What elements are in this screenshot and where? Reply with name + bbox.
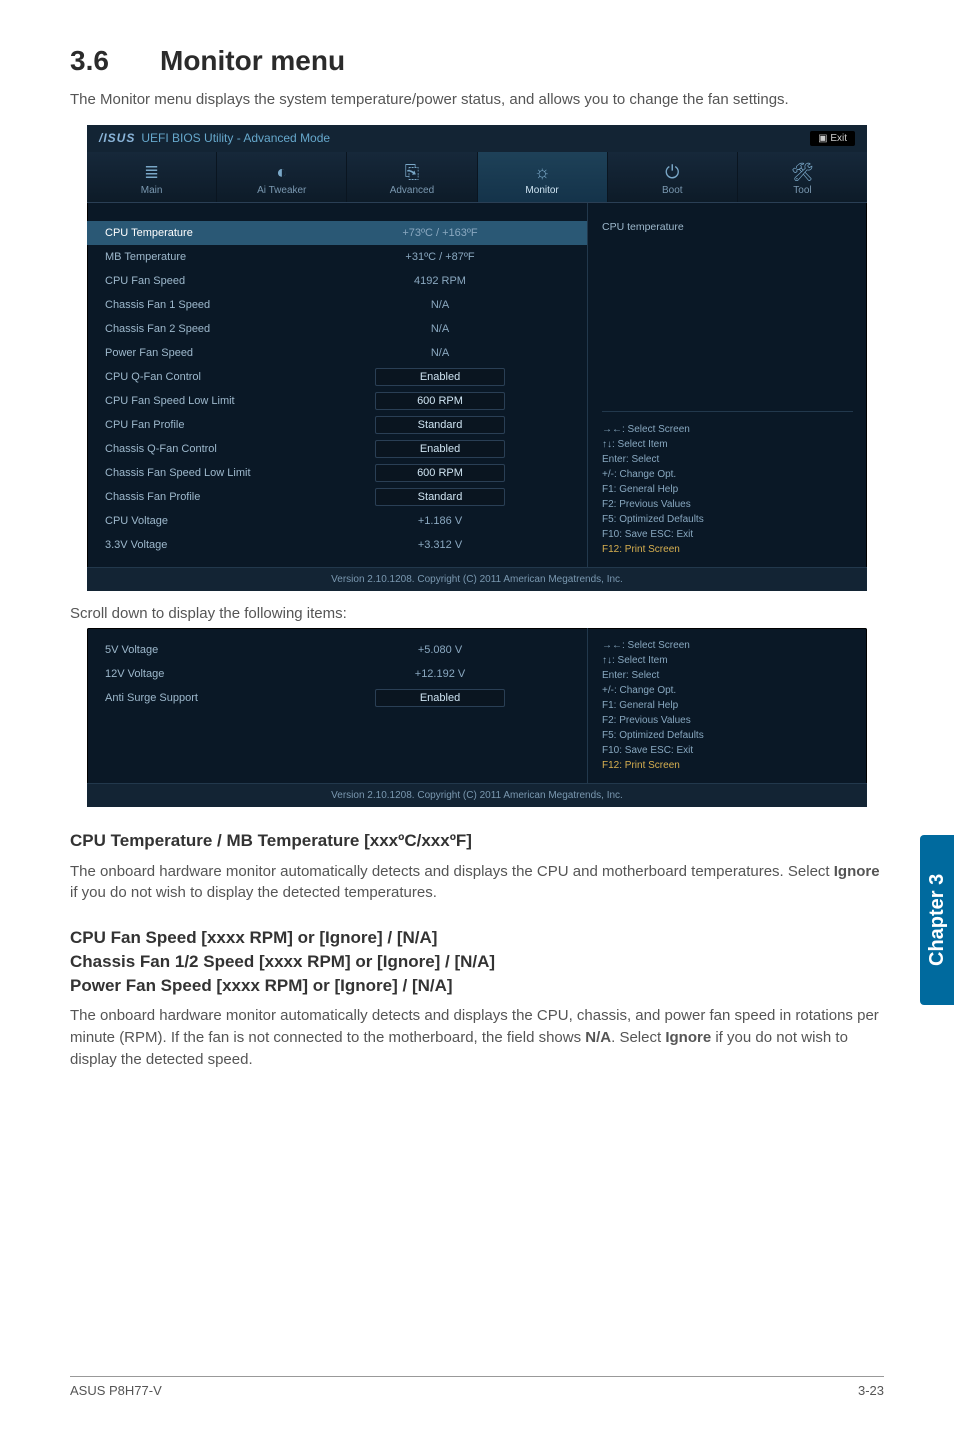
help-line: ↑↓: Select Item xyxy=(602,437,853,452)
row-cpu-fan-speed[interactable]: CPU Fan Speed4192 RPM xyxy=(87,269,587,293)
tab-boot[interactable]: ⏻Boot xyxy=(608,152,738,202)
help-line: Enter: Select xyxy=(602,452,853,467)
tab-main[interactable]: ≣Main xyxy=(87,152,217,202)
help-line: F1: General Help xyxy=(602,698,853,713)
bios-screenshot-main: /ISUS UEFI BIOS Utility - Advanced Mode … xyxy=(87,125,867,591)
row-mb-temperature[interactable]: MB Temperature+31ºC / +87ºF xyxy=(87,245,587,269)
bios-help-title: CPU temperature xyxy=(602,221,853,233)
scroll-note: Scroll down to display the following ite… xyxy=(70,605,884,622)
subsection-body: The onboard hardware monitor automatical… xyxy=(70,1005,884,1070)
row-chassis-fan-low-limit[interactable]: Chassis Fan Speed Low Limit600 RPM xyxy=(87,461,587,485)
help-line: F2: Previous Values xyxy=(602,713,853,728)
row-chassis-qfan-control[interactable]: Chassis Q-Fan ControlEnabled xyxy=(87,437,587,461)
help-line: F1: General Help xyxy=(602,482,853,497)
bios-footer: Version 2.10.1208. Copyright (C) 2011 Am… xyxy=(87,567,867,591)
help-line: F12: Print Screen xyxy=(602,542,853,557)
bios-settings-list: 5V Voltage+5.080 V 12V Voltage+12.192 V … xyxy=(87,628,587,783)
help-line: F2: Previous Values xyxy=(602,497,853,512)
bios-body: 5V Voltage+5.080 V 12V Voltage+12.192 V … xyxy=(87,628,867,783)
bios-help-pane: →←: Select Screen ↑↓: Select Item Enter:… xyxy=(587,628,867,783)
help-line: F5: Optimized Defaults xyxy=(602,512,853,527)
help-line: +/-: Change Opt. xyxy=(602,683,853,698)
footer-model: ASUS P8H77-V xyxy=(70,1383,162,1398)
bios-screenshot-scroll: 5V Voltage+5.080 V 12V Voltage+12.192 V … xyxy=(87,628,867,807)
help-line: →←: Select Screen xyxy=(602,422,853,437)
footer-page-number: 3-23 xyxy=(858,1383,884,1398)
section-title: Monitor menu xyxy=(160,45,345,76)
bios-utility-name: UEFI BIOS Utility - Advanced Mode xyxy=(141,131,330,145)
exit-icon: ▣ xyxy=(818,133,830,144)
list-icon: ≣ xyxy=(87,162,216,184)
subsection-heading: CPU Temperature / MB Temperature [xxxºC/… xyxy=(70,829,884,853)
row-cpu-fan-low-limit[interactable]: CPU Fan Speed Low Limit600 RPM xyxy=(87,389,587,413)
row-cpu-temperature[interactable]: CPU Temperature+73ºC / +163ºF xyxy=(87,221,587,245)
bios-help-pane: CPU temperature →←: Select Screen ↑↓: Se… xyxy=(587,203,867,567)
page-footer: ASUS P8H77-V 3-23 xyxy=(70,1376,884,1398)
bios-settings-list: CPU Temperature+73ºC / +163ºF MB Tempera… xyxy=(87,203,587,567)
row-cpu-voltage[interactable]: CPU Voltage+1.186 V xyxy=(87,509,587,533)
tweak-icon: ◐ xyxy=(217,162,346,184)
help-line: +/-: Change Opt. xyxy=(602,467,853,482)
chapter-tab: Chapter 3 xyxy=(920,835,954,1005)
tab-monitor[interactable]: ☼Monitor xyxy=(478,152,608,202)
help-line: →←: Select Screen xyxy=(602,638,853,653)
section-heading: 3.6Monitor menu xyxy=(70,45,884,77)
power-icon: ⏻ xyxy=(608,162,737,184)
bios-brand: /ISUS xyxy=(99,131,135,145)
bios-body: CPU Temperature+73ºC / +163ºF MB Tempera… xyxy=(87,203,867,567)
tab-tool[interactable]: 🛠Tool xyxy=(738,152,867,202)
row-anti-surge[interactable]: Anti Surge SupportEnabled xyxy=(87,686,587,710)
row-cpu-qfan-control[interactable]: CPU Q-Fan ControlEnabled xyxy=(87,365,587,389)
bios-tabs: ≣Main ◐Ai Tweaker ⎘Advanced ☼Monitor ⏻Bo… xyxy=(87,152,867,203)
bios-footer: Version 2.10.1208. Copyright (C) 2011 Am… xyxy=(87,783,867,807)
bios-keymap: →←: Select Screen ↑↓: Select Item Enter:… xyxy=(602,411,853,557)
row-chassis-fan-profile[interactable]: Chassis Fan ProfileStandard xyxy=(87,485,587,509)
row-5v-voltage[interactable]: 5V Voltage+5.080 V xyxy=(87,638,587,662)
row-chassis-fan2-speed[interactable]: Chassis Fan 2 SpeedN/A xyxy=(87,317,587,341)
row-3v3-voltage[interactable]: 3.3V Voltage+3.312 V xyxy=(87,533,587,557)
help-line: F5: Optimized Defaults xyxy=(602,728,853,743)
help-line: F12: Print Screen xyxy=(602,758,853,773)
help-line: ↑↓: Select Item xyxy=(602,653,853,668)
intro-paragraph: The Monitor menu displays the system tem… xyxy=(70,89,884,111)
subsection-body: The onboard hardware monitor automatical… xyxy=(70,861,884,905)
section-number: 3.6 xyxy=(70,45,160,77)
chip-icon: ⎘ xyxy=(347,162,476,184)
tab-advanced[interactable]: ⎘Advanced xyxy=(347,152,477,202)
monitor-icon: ☼ xyxy=(478,162,607,184)
subsection-heading: CPU Fan Speed [xxxx RPM] or [Ignore] / [… xyxy=(70,926,884,997)
tool-icon: 🛠 xyxy=(738,162,867,184)
row-chassis-fan1-speed[interactable]: Chassis Fan 1 SpeedN/A xyxy=(87,293,587,317)
help-line: F10: Save ESC: Exit xyxy=(602,743,853,758)
row-power-fan-speed[interactable]: Power Fan SpeedN/A xyxy=(87,341,587,365)
row-12v-voltage[interactable]: 12V Voltage+12.192 V xyxy=(87,662,587,686)
help-line: F10: Save ESC: Exit xyxy=(602,527,853,542)
bios-titlebar: /ISUS UEFI BIOS Utility - Advanced Mode … xyxy=(87,125,867,152)
help-line: Enter: Select xyxy=(602,668,853,683)
tab-ai-tweaker[interactable]: ◐Ai Tweaker xyxy=(217,152,347,202)
bios-exit-button[interactable]: ▣ Exit xyxy=(810,131,855,146)
row-cpu-fan-profile[interactable]: CPU Fan ProfileStandard xyxy=(87,413,587,437)
bios-keymap: →←: Select Screen ↑↓: Select Item Enter:… xyxy=(602,638,853,773)
